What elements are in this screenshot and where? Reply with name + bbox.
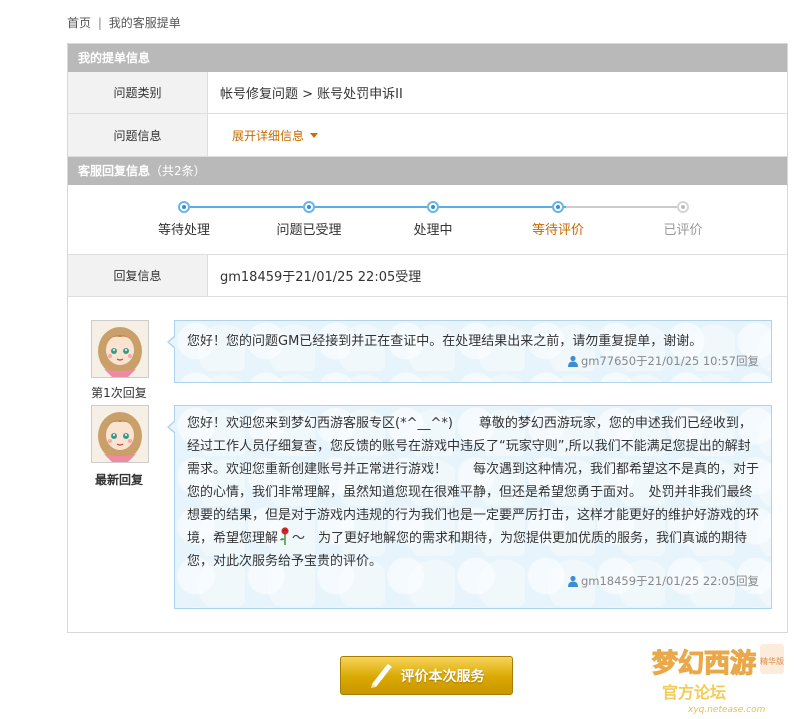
step-label-accepted: 问题已受理 xyxy=(276,223,342,238)
svg-text:梦幻西游: 梦幻西游 xyxy=(652,649,756,679)
info-row: 问题信息 展开详细信息 xyxy=(68,114,787,157)
step-dot-await-review xyxy=(552,201,564,213)
ticket-panel: 我的提单信息 问题类别 帐号修复问题 > 账号处罚申诉II 问题信息 展开详细信… xyxy=(67,43,788,633)
rate-service-label[interactable]: 评价本次服务 xyxy=(401,666,485,686)
step-dot-processing xyxy=(427,201,439,213)
forum-watermark: 梦幻西游 精华版 官方论坛 xyq.netease.com xyxy=(648,630,788,715)
breadcrumb: 首页 | 我的客服提单 xyxy=(67,14,181,31)
step-label-processing: 处理中 xyxy=(413,223,453,238)
person-icon xyxy=(567,575,578,587)
replies-section-title: 客服回复信息 xyxy=(78,164,151,178)
ticket-section-title: 我的提单信息 xyxy=(78,51,151,65)
breadcrumb-home-link[interactable]: 首页 xyxy=(67,16,91,30)
reply-bubble: 您好！您的问题GM已经接到并正在查证中。在处理结果出来之前，请勿重复提单，谢谢。… xyxy=(167,320,772,383)
reply-meta: gm18459于21/01/25 22:05回复 xyxy=(175,573,771,595)
category-row: 问题类别 帐号修复问题 > 账号处罚申诉II xyxy=(68,72,787,114)
person-icon xyxy=(567,355,578,367)
pencil-icon xyxy=(370,663,392,688)
step-label-waiting: 等待处理 xyxy=(157,223,211,238)
category-label: 问题类别 xyxy=(68,72,208,113)
reply-info-value: gm18459于21/01/25 22:05受理 xyxy=(220,270,422,285)
reply-caption: 第1次回复 xyxy=(91,386,147,400)
step-dot-accepted xyxy=(303,201,315,213)
reply-text: 您好！欢迎您来到梦幻西游客服专区(*^__^*) 尊敬的梦幻西游玩家，您的申述我… xyxy=(187,416,760,546)
ticket-section-header: 我的提单信息 xyxy=(68,44,787,72)
replies-section-header: 客服回复信息（共2条） xyxy=(68,157,787,185)
reply-meta: gm77650于21/01/25 10:57回复 xyxy=(175,353,771,375)
reply-text-wrap: 您好！欢迎您来到梦幻西游客服专区(*^__^*) 尊敬的梦幻西游玩家，您的申述我… xyxy=(175,406,771,573)
chevron-down-icon[interactable] xyxy=(304,128,319,142)
reply-info-row: 回复信息 gm18459于21/01/25 22:05受理 xyxy=(68,255,787,297)
girl-avatar-icon xyxy=(92,406,148,462)
step-label-reviewed: 已评价 xyxy=(663,223,703,238)
step-dot-reviewed xyxy=(677,201,689,213)
breadcrumb-separator: | xyxy=(97,16,102,30)
svg-text:官方论坛: 官方论坛 xyxy=(662,683,726,702)
reply-caption: 最新回复 xyxy=(94,473,143,487)
avatar xyxy=(91,320,149,378)
reply-meta-text: gm18459于21/01/25 22:05回复 xyxy=(580,574,759,588)
progress-track-pending xyxy=(566,206,683,208)
step-label-await-review: 等待评价 xyxy=(531,223,585,238)
reply-bubble: 您好！欢迎您来到梦幻西游客服专区(*^__^*) 尊敬的梦幻西游玩家，您的申述我… xyxy=(167,405,772,609)
svg-text:xyq.netease.com: xyq.netease.com xyxy=(687,705,766,715)
svg-text:精华版: 精华版 xyxy=(760,656,784,666)
reply-meta-text: gm77650于21/01/25 10:57回复 xyxy=(580,354,759,368)
forum-logo-icon: 梦幻西游 精华版 官方论坛 xyq.netease.com xyxy=(651,644,784,715)
expand-details-text[interactable]: 展开详细信息 xyxy=(232,127,304,144)
progress-steps: 等待处理 问题已受理 处理中 等待评价 已评价 xyxy=(68,186,787,255)
step-dot-waiting xyxy=(178,201,190,213)
category-value: 帐号修复问题 > 账号处罚申诉II xyxy=(220,87,403,102)
breadcrumb-current: 我的客服提单 xyxy=(108,16,181,30)
girl-avatar-icon xyxy=(92,321,148,377)
expand-details-link[interactable]: 展开详细信息 xyxy=(232,114,319,156)
reply-info-label: 回复信息 xyxy=(68,255,208,296)
replies-count: （共2条） xyxy=(150,164,206,178)
progress-track-done xyxy=(184,206,566,208)
reply-text: 您好！您的问题GM已经接到并正在查证中。在处理结果出来之前，请勿重复提单，谢谢。 xyxy=(187,334,703,349)
avatar xyxy=(91,405,149,463)
rose-icon xyxy=(280,527,289,545)
info-label: 问题信息 xyxy=(68,114,208,156)
rate-service-button[interactable]: 评价本次服务 xyxy=(340,656,513,695)
